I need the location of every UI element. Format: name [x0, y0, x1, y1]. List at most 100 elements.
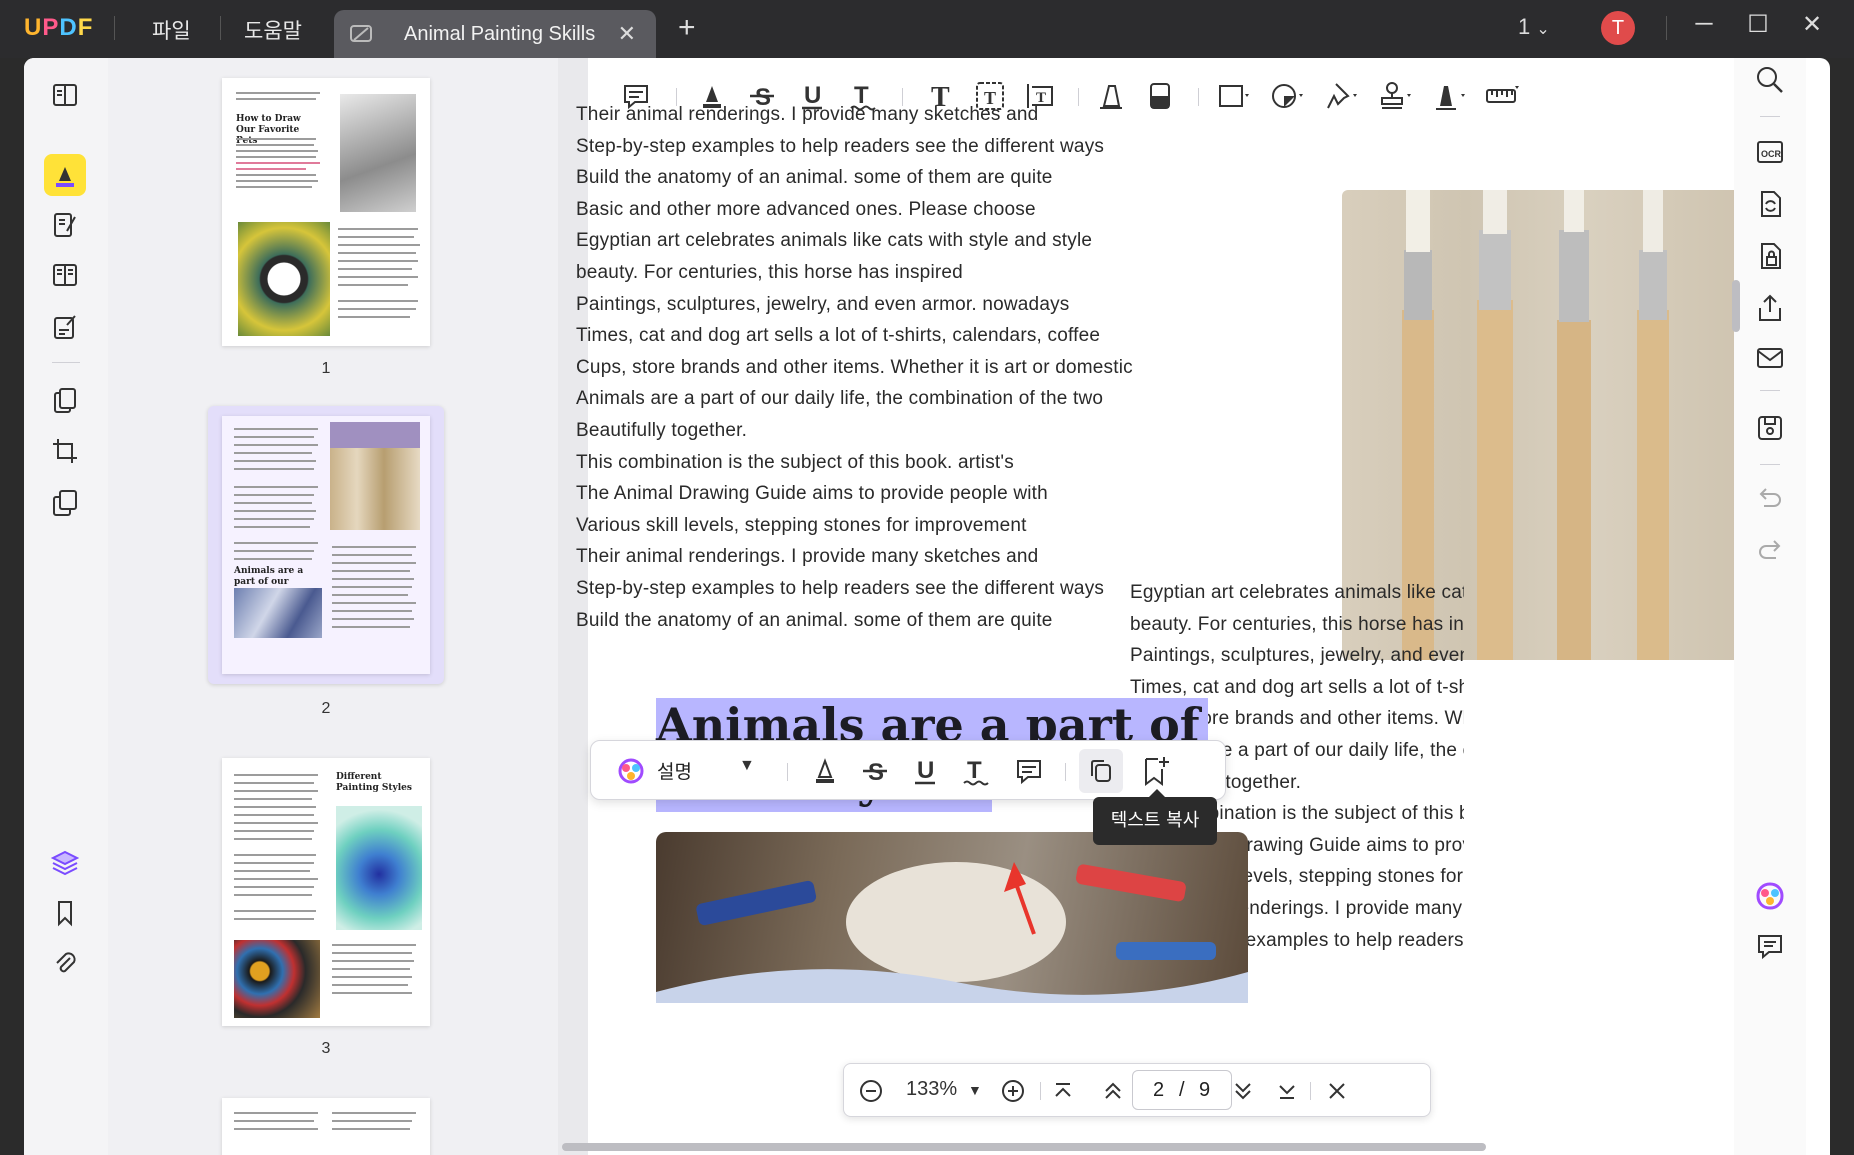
squiggly-icon[interactable]: T — [957, 753, 993, 789]
pencil-icon[interactable] — [1092, 78, 1128, 114]
bookmark-add-icon[interactable] — [1137, 753, 1173, 789]
pin-icon[interactable] — [1322, 78, 1358, 114]
ai-assistant-icon[interactable] — [617, 757, 645, 785]
form-mode-button[interactable] — [44, 306, 86, 348]
highlight-icon[interactable] — [807, 753, 843, 789]
last-page-icon[interactable] — [1274, 1078, 1300, 1104]
page-layout-icon — [53, 264, 77, 286]
crop-button[interactable] — [44, 430, 86, 472]
search-icon[interactable] — [1754, 64, 1786, 96]
svg-text:T: T — [967, 757, 982, 784]
page-number-input[interactable]: 2 / 9 — [1132, 1070, 1232, 1110]
thumbnail-page-3[interactable]: Different Painting Styles — [222, 758, 430, 1026]
thumbnail-heading: Different Painting Styles — [336, 772, 412, 793]
body-text-line: Their animal renderings. I provide many … — [576, 104, 1039, 125]
body-text-line: Paintings, sculptures, jewelry, and even… — [576, 293, 1070, 315]
body-text-line: Their animal renderings. I provide many … — [576, 546, 1039, 568]
zoom-out-icon[interactable] — [858, 1078, 884, 1104]
window-page-selector[interactable]: 1 ⌄ — [1518, 14, 1550, 40]
convert-icon[interactable] — [1754, 188, 1786, 220]
body-text-line: The Animal Drawing Guide aims to provide… — [576, 483, 1048, 505]
book-icon — [53, 84, 77, 106]
save-icon[interactable] — [1754, 412, 1786, 444]
previous-page-icon[interactable] — [1100, 1078, 1126, 1104]
body-text-line: Various skill levels, stepping stones fo… — [576, 514, 1027, 536]
menu-help[interactable]: 도움말 — [244, 15, 302, 45]
strikethrough-icon[interactable]: S — [857, 753, 893, 789]
layers-icon — [51, 850, 79, 876]
paint-cups-thumb-image — [234, 940, 320, 1018]
maximize-icon[interactable]: ☐ — [1740, 10, 1776, 39]
first-page-icon[interactable] — [1050, 1078, 1076, 1104]
new-tab-icon[interactable]: + — [678, 11, 696, 45]
body-text-line: Basic and other more advanced ones. Plea… — [576, 198, 1036, 220]
stamp-icon[interactable] — [1376, 78, 1412, 114]
close-nav-icon[interactable] — [1324, 1078, 1350, 1104]
body-text-line: beauty. For centuries, this horse has in… — [576, 262, 963, 283]
underline-icon[interactable]: U — [907, 753, 943, 789]
attachments-button[interactable] — [44, 942, 86, 984]
tab-close-icon[interactable]: ✕ — [618, 21, 636, 47]
sticker-icon[interactable] — [1268, 78, 1304, 114]
signature-icon[interactable] — [1430, 78, 1466, 114]
copy-text-tooltip: 텍스트 복사 — [1093, 789, 1217, 845]
measure-icon[interactable] — [1484, 78, 1520, 114]
organize-mode-button[interactable] — [44, 254, 86, 296]
zoom-page-nav-bar: 133% ▼ 2 / 9 — [843, 1063, 1431, 1117]
bookmarks-button[interactable] — [44, 892, 86, 934]
divider — [1666, 16, 1667, 40]
edit-mode-button[interactable] — [44, 204, 86, 246]
ocr-icon[interactable]: OCR — [1754, 136, 1786, 168]
chevron-down-icon[interactable]: ▼ — [739, 757, 755, 775]
thumbnail-page-1[interactable]: How to Draw Our Favorite Pets — [222, 78, 430, 346]
email-icon[interactable] — [1754, 342, 1786, 374]
comment-icon[interactable] — [1011, 753, 1047, 789]
divider — [52, 362, 80, 363]
ai-mode-label[interactable]: 설명 — [657, 757, 692, 784]
body-text-line: Beautifully together. — [576, 420, 748, 441]
thumbnail-page-2[interactable]: Animals are a part of our daily life — [222, 416, 430, 674]
zoom-in-icon[interactable] — [1000, 1078, 1026, 1104]
zoom-dropdown-icon[interactable]: ▼ — [968, 1082, 982, 1098]
organize-pages-button[interactable] — [44, 380, 86, 422]
minimize-icon[interactable]: ─ — [1686, 10, 1722, 38]
comments-panel-icon[interactable] — [1754, 930, 1786, 962]
layers-page-icon — [53, 490, 77, 516]
document-tab[interactable]: Animal Painting Skills ✕ — [334, 10, 656, 58]
body-text-line: Paintings, sculptures, jewelry, and even… — [1130, 645, 1464, 667]
ai-assistant-icon[interactable] — [1754, 880, 1786, 912]
eraser-icon[interactable] — [1142, 78, 1178, 114]
zoom-level[interactable]: 133% — [906, 1078, 957, 1101]
next-page-icon[interactable] — [1230, 1078, 1256, 1104]
bookmark-icon — [58, 901, 72, 927]
rectangle-icon[interactable] — [1214, 78, 1250, 114]
edit-pdf-icon — [54, 213, 76, 237]
watermark-button[interactable] — [44, 482, 86, 524]
painting-supplies-photo — [656, 832, 1248, 1003]
undo-icon[interactable] — [1754, 482, 1786, 514]
svg-text:U: U — [917, 757, 934, 784]
current-page: 2 — [1153, 1079, 1165, 1101]
body-text-line: Step-by-step examples to help readers se… — [576, 135, 1105, 157]
share-icon[interactable] — [1754, 292, 1786, 324]
vertical-scrollbar[interactable] — [1732, 280, 1740, 332]
svg-text:S: S — [868, 759, 884, 786]
copy-text-button[interactable] — [1079, 749, 1123, 793]
protect-icon[interactable] — [1754, 240, 1786, 272]
avatar[interactable]: T — [1601, 11, 1635, 45]
body-text-line: Egyptian art celebrates animals like cat… — [1130, 582, 1464, 603]
horizontal-scrollbar[interactable] — [562, 1143, 1486, 1151]
thumbnail-page-4[interactable] — [222, 1098, 430, 1155]
right-tool-rail: OCR — [1734, 58, 1806, 1155]
body-text-line: Egyptian art celebrates animals like cat… — [576, 230, 1093, 252]
brushes-thumb-image — [330, 422, 420, 530]
redo-icon[interactable] — [1754, 534, 1786, 566]
comment-mode-button[interactable] — [44, 154, 86, 196]
copy-icon — [1091, 760, 1111, 782]
crop-icon — [53, 439, 77, 463]
menu-file[interactable]: 파일 — [152, 15, 191, 45]
reader-mode-button[interactable] — [44, 74, 86, 116]
body-text-line: Cups, store brands and other items. Whet… — [576, 356, 1133, 378]
layers-button[interactable] — [44, 842, 86, 884]
close-window-icon[interactable]: ✕ — [1794, 10, 1830, 39]
